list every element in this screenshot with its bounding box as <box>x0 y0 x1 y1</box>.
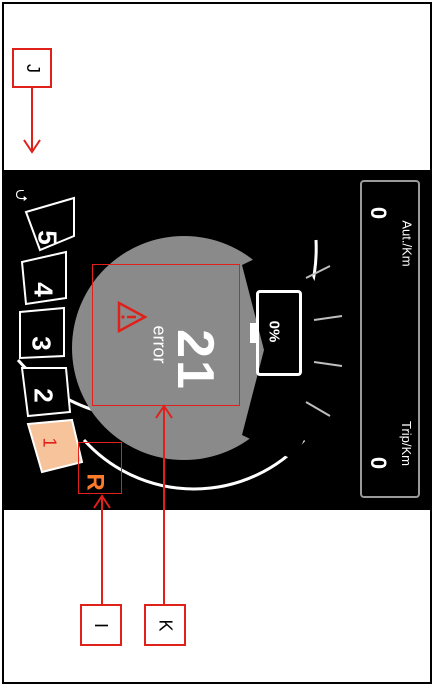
callout-j-label: J <box>22 63 43 73</box>
info-bar: 0 Aut./Km 0 Trip/Km <box>360 180 420 498</box>
callout-j: J <box>12 48 52 88</box>
callout-k-label: K <box>155 618 176 632</box>
callout-i-label: I <box>91 622 112 628</box>
trip-value: 0 <box>366 456 392 470</box>
usb-icon: ⮍ <box>11 189 29 202</box>
callout-k-line <box>163 406 165 604</box>
callout-j-arrowhead <box>23 139 41 154</box>
trip-label: Trip/Km <box>399 420 415 467</box>
callout-k: K <box>144 604 186 646</box>
highlight-i <box>78 442 122 494</box>
gear-3: 3 <box>26 336 57 351</box>
aut-value: 0 <box>366 206 392 220</box>
callout-i-line <box>101 496 103 606</box>
battery-terminal <box>250 323 256 343</box>
aut-label: Aut./Km <box>399 220 415 267</box>
gear-2: 2 <box>28 388 59 403</box>
battery-indicator: 0% <box>250 290 302 376</box>
highlight-k <box>92 264 240 406</box>
callout-i: I <box>80 604 122 646</box>
gear-5: 5 <box>32 230 63 245</box>
battery-level-text: 0% <box>265 320 283 343</box>
gear-1: 1 <box>39 437 60 448</box>
gear-4: 4 <box>28 282 59 297</box>
